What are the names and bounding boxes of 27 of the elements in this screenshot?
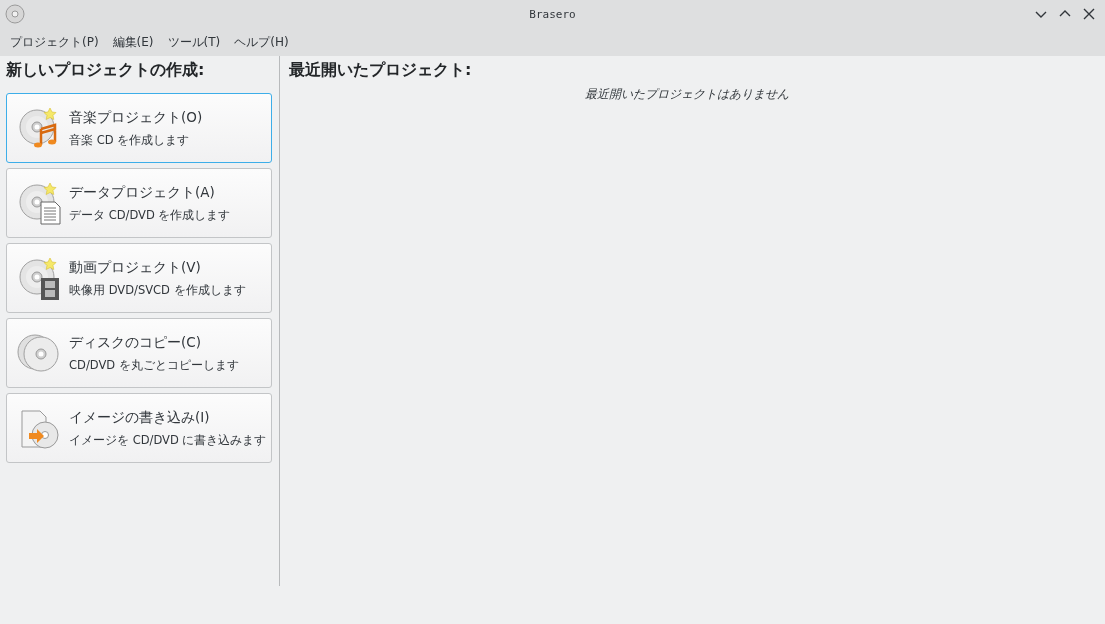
project-description: CD/DVD を丸ごとコピーします <box>69 357 239 373</box>
project-button[interactable]: データプロジェクト(A) データ CD/DVD を作成します <box>6 168 272 238</box>
project-title: データプロジェクト(A) <box>69 183 216 202</box>
project-button[interactable]: 動画プロジェクト(V) 映像用 DVD/SVCD を作成します <box>6 243 272 313</box>
project-description: 音楽 CD を作成します <box>69 132 191 148</box>
empty-message: 最近開いたプロジェクトはありません <box>585 86 789 103</box>
project-title: 音楽プロジェクト(O) <box>69 108 203 127</box>
menu-item[interactable]: プロジェクト(P) <box>4 29 105 55</box>
project-title: ディスクのコピー(C) <box>69 333 202 352</box>
close-icon <box>1081 6 1097 22</box>
menu-item[interactable]: 編集(E) <box>106 29 160 55</box>
section-heading: 最近開いたプロジェクト: <box>289 60 473 81</box>
project-title: イメージの書き込み(I) <box>69 408 211 427</box>
project-description: イメージを CD/DVD に書き込みます <box>69 432 267 448</box>
menu-item[interactable]: ツール(T) <box>161 29 227 55</box>
project-button[interactable]: イメージの書き込み(I) イメージを CD/DVD に書き込みます <box>6 393 272 463</box>
project-button[interactable]: 音楽プロジェクト(O) 音楽 CD を作成します <box>6 93 272 163</box>
disc-icon <box>5 4 25 24</box>
project-title: 動画プロジェクト(V) <box>69 258 202 277</box>
cd-document-icon <box>17 180 63 226</box>
project-description: 映像用 DVD/SVCD を作成します <box>69 282 246 298</box>
menu-item[interactable]: ヘルプ(H) <box>228 29 295 55</box>
project-description: データ CD/DVD を作成します <box>69 207 231 223</box>
section-heading: 新しいプロジェクトの作成: <box>6 60 206 81</box>
close-button[interactable] <box>1081 6 1097 22</box>
project-button[interactable]: ディスクのコピー(C) CD/DVD を丸ごとコピーします <box>6 318 272 388</box>
window-title: Brasero <box>529 7 576 21</box>
